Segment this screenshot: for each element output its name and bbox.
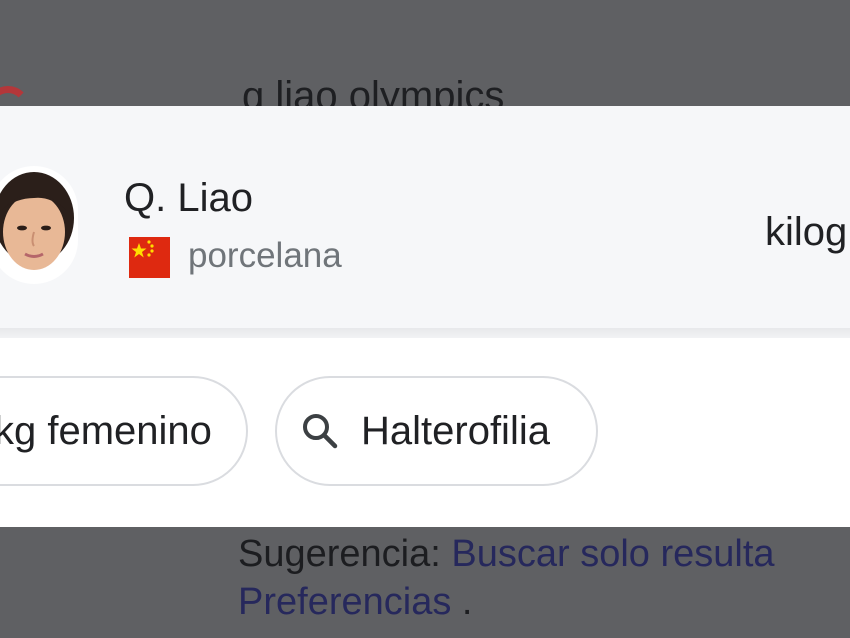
athlete-event: kilog [765,210,848,254]
suggestion-link[interactable]: Buscar solo resulta [451,533,774,575]
athlete-country: porcelana [188,236,342,275]
chip-label: Halterofilia [361,408,550,453]
search-icon [299,410,341,452]
row-divider [0,328,850,338]
athlete-result-card: Q. Liao porcelana kilog kg femenino Halt… [0,106,850,527]
preferences-link[interactable]: Preferencias [238,581,451,623]
athlete-avatar [0,166,78,284]
chip-label: kg femenino [0,408,212,453]
athlete-name[interactable]: Q. Liao [124,176,253,221]
chip-halterofilia[interactable]: Halterofilia [275,376,598,486]
china-flag-icon [129,237,170,278]
chip-kg-femenino[interactable]: kg femenino [0,376,248,486]
search-suggestion: Sugerencia: Buscar solo resulta Preferen… [238,530,775,626]
athlete-row[interactable]: Q. Liao porcelana kilog [0,106,850,328]
preferences-suffix: . [451,581,473,623]
suggestion-prefix: Sugerencia: [238,533,441,575]
